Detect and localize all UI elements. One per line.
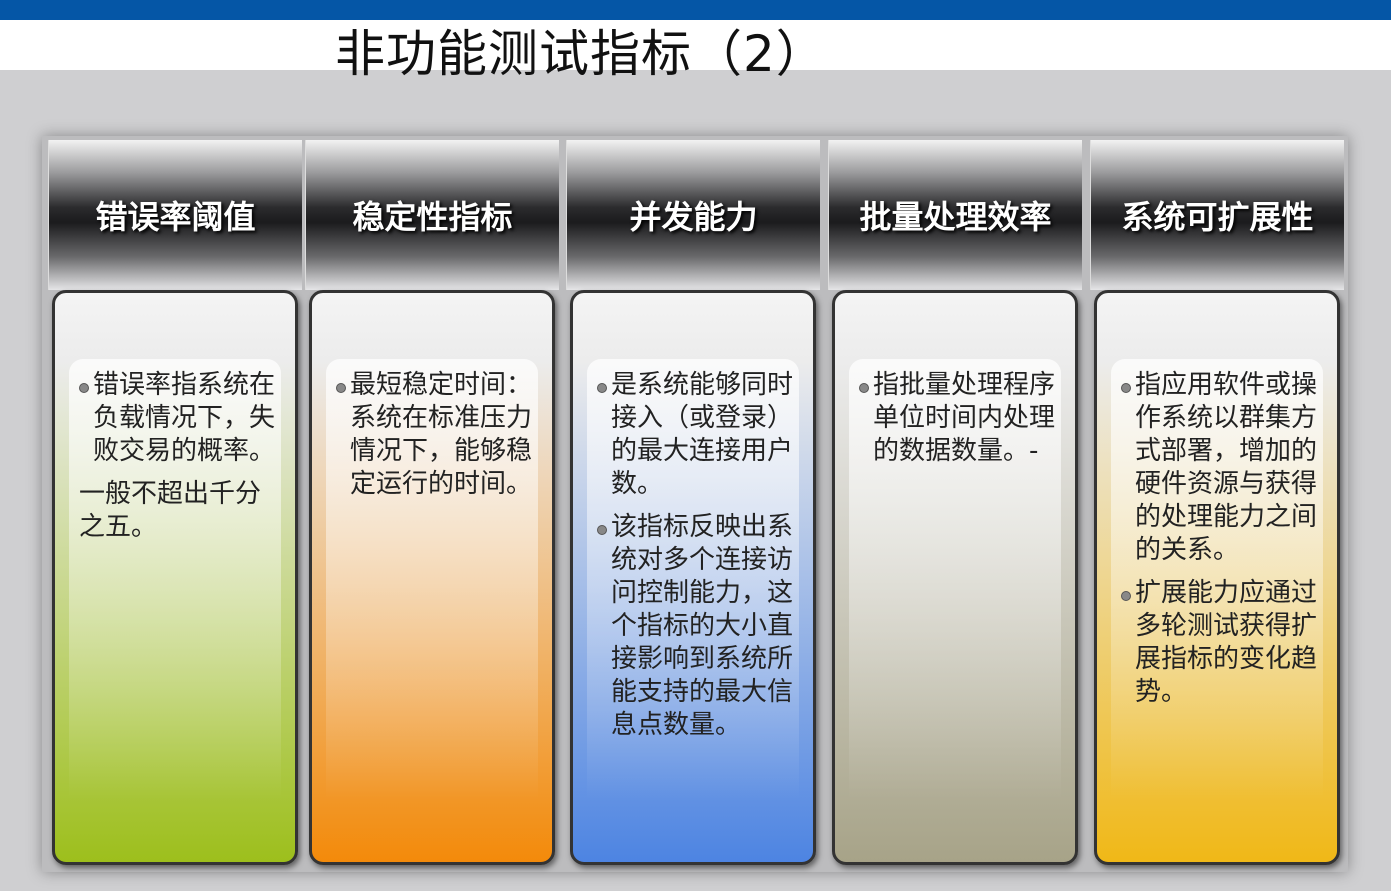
bullet-item: 扩展能力应通过多轮测试获得扩展指标的变化趋势。 [1121,577,1317,709]
column-heading: 系统可扩展性 [1121,198,1314,236]
bullet-item: 该指标反映出系统对多个连接访问控制能力，这个指标的大小直接影响到系统所能支持的最… [597,511,793,742]
column-header: 错误率阈值 [48,140,302,290]
bullet-item: 最短稳定时间：系统在标准压力情况下，能够稳定运行的时间。 [336,369,532,501]
bullet-item: 是系统能够同时接入（或登录）的最大连接用户数。 [597,369,793,501]
text-box: 指批量处理程序单位时间内处理的数据数量。- [849,359,1061,849]
bullet-item: 错误率指系统在负载情况下，失败交易的概率。 [79,369,275,468]
column-header: 并发能力 [566,140,820,290]
column-4: 批量处理效率 指批量处理程序单位时间内处理的数据数量。- [828,140,1082,868]
column-heading: 错误率阈值 [95,198,256,236]
column-header: 系统可扩展性 [1090,140,1344,290]
column-header: 稳定性指标 [305,140,559,290]
column-3: 并发能力 是系统能够同时接入（或登录）的最大连接用户数。 该指标反映出系统对多个连… [566,140,820,868]
bullet-item: 指批量处理程序单位时间内处理的数据数量。- [859,369,1055,468]
column-1: 错误率阈值 错误率指系统在负载情况下，失败交易的概率。一般不超出千分之五。 [48,140,302,868]
column-5: 系统可扩展性 指应用软件或操作系统以群集方式部署，增加的硬件资源与获得的处理能力… [1090,140,1344,868]
text-box: 指应用软件或操作系统以群集方式部署，增加的硬件资源与获得的处理能力之间的关系。扩… [1111,359,1323,849]
content-card: 指批量处理程序单位时间内处理的数据数量。- [832,290,1078,865]
text-box: 是系统能够同时接入（或登录）的最大连接用户数。 该指标反映出系统对多个连接访问控制… [587,359,799,849]
content-card: 最短稳定时间：系统在标准压力情况下，能够稳定运行的时间。 [309,290,555,865]
column-heading: 并发能力 [629,198,758,236]
content-card: 指应用软件或操作系统以群集方式部署，增加的硬件资源与获得的处理能力之间的关系。扩… [1094,290,1340,865]
content-card: 是系统能够同时接入（或登录）的最大连接用户数。 该指标反映出系统对多个连接访问控制… [570,290,816,865]
text-box: 最短稳定时间：系统在标准压力情况下，能够稳定运行的时间。 [326,359,538,849]
column-heading: 稳定性指标 [352,198,513,236]
content-card: 错误率指系统在负载情况下，失败交易的概率。一般不超出千分之五。 [52,290,298,865]
text-item: 一般不超出千分之五。 [79,479,262,542]
bullet-item: 指应用软件或操作系统以群集方式部署，增加的硬件资源与获得的处理能力之间的关系。 [1121,369,1317,567]
column-2: 稳定性指标 最短稳定时间：系统在标准压力情况下，能够稳定运行的时间。 [305,140,559,868]
column-header: 批量处理效率 [828,140,1082,290]
slide-title: 非功能测试指标（2） [335,25,827,83]
text-box: 错误率指系统在负载情况下，失败交易的概率。一般不超出千分之五。 [69,359,281,849]
column-heading: 批量处理效率 [859,198,1052,236]
